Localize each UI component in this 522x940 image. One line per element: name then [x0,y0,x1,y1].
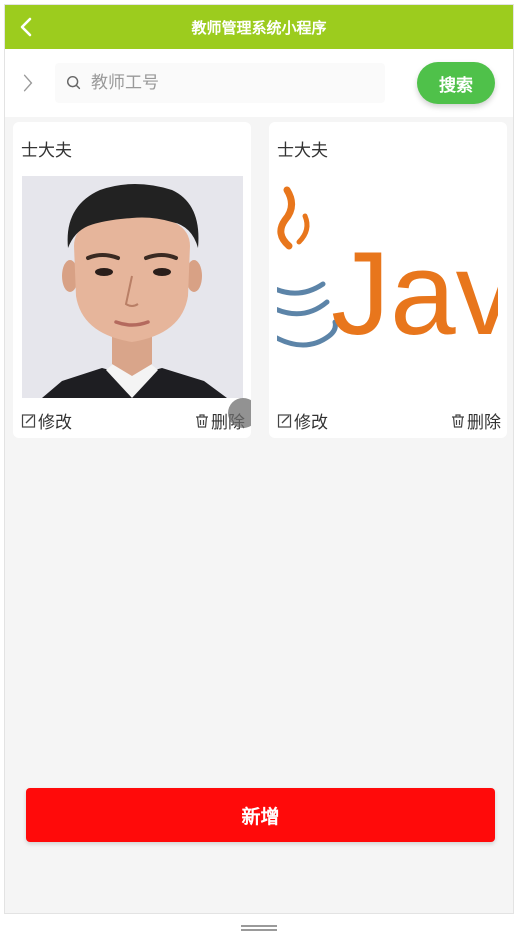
add-button[interactable]: 新增 [26,788,495,842]
home-indicator[interactable] [241,925,277,931]
search-input[interactable] [91,73,371,93]
card-actions: 修改 删除 [21,408,245,433]
edit-icon [277,413,292,428]
teacher-grid: 士大夫 修改 删除 士大夫 Jav 修改 删除 [13,122,507,438]
touch-indicator [228,398,251,428]
edit-button[interactable]: 修改 [21,408,72,433]
navigation-bar: 教师管理系统小程序 [5,5,513,49]
search-field[interactable] [55,63,385,103]
search-button[interactable]: 搜索 [417,62,495,104]
phone-screen: 教师管理系统小程序 搜索 士大夫 [4,4,514,914]
back-icon[interactable] [15,15,39,39]
trash-icon [452,413,464,428]
portrait-image [22,176,243,398]
delete-button[interactable]: 删除 [450,408,501,433]
teacher-name: 士大夫 [277,141,328,161]
search-bar: 搜索 [5,49,513,117]
teacher-name: 士大夫 [21,141,72,161]
teacher-card[interactable]: 士大夫 修改 删除 [13,122,251,438]
page-title: 教师管理系统小程序 [191,18,327,37]
java-logo-image: Jav [277,176,498,398]
teacher-card[interactable]: 士大夫 Jav 修改 删除 [269,122,507,438]
teacher-photo[interactable]: Jav [277,176,498,398]
chevron-right-icon[interactable] [15,69,41,97]
delete-label: 删除 [467,413,501,433]
edit-label: 修改 [38,413,72,433]
card-actions: 修改 删除 [277,408,501,433]
java-logo-text: Jav [331,228,498,360]
teacher-photo[interactable] [22,176,243,398]
edit-button[interactable]: 修改 [277,408,328,433]
edit-icon [21,413,36,428]
search-icon [66,75,81,90]
edit-label: 修改 [294,413,328,433]
trash-icon [196,413,208,428]
